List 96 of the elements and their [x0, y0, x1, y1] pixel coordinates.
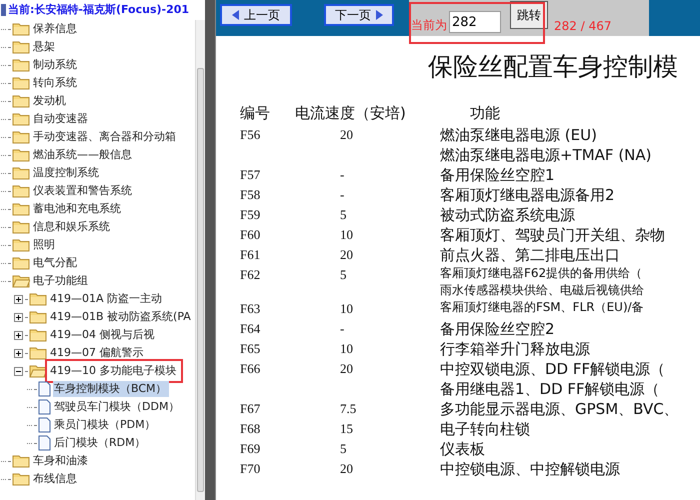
current-rating: 15 — [340, 420, 354, 438]
tree-item[interactable]: 419—01A 防盗一主动 — [49, 291, 164, 307]
fuse-number: F59 — [240, 206, 262, 224]
function-text: 前点火器、第二排电压出口 — [440, 245, 620, 265]
page-number-field[interactable]: 282 — [449, 11, 501, 33]
function-text: 雨水传感器模块供给、电磁后视镜供给 — [440, 282, 644, 299]
current-rating: 7.5 — [340, 400, 358, 418]
tree-item[interactable]: 保养信息 — [32, 21, 79, 37]
function-text: 备用继电器1、DD FF解锁电源（ — [440, 379, 661, 399]
function-text: 燃油泵继电器电源 (EU) — [440, 125, 598, 145]
fuse-number: F63 — [240, 300, 262, 318]
right-arrow-icon — [375, 10, 383, 20]
function-text: 客厢顶灯继电器电源备用2 — [440, 185, 615, 205]
column-header: 电流速度（安培) — [295, 103, 407, 123]
fuse-number: F61 — [240, 246, 262, 264]
function-text: 备用保险丝空腔1 — [440, 165, 555, 185]
left-arrow-icon — [232, 10, 240, 20]
tree-item[interactable]: 仪表装置和警告系统 — [32, 183, 134, 199]
function-text: 燃油泵继电器电源+TMAF (NA) — [440, 145, 652, 165]
function-text: 电子转向柱锁 — [440, 419, 530, 439]
tree-item[interactable]: 蓄电池和充电系统 — [32, 201, 123, 217]
expand-toggle[interactable] — [14, 312, 23, 322]
tree-item[interactable]: 手动变速器、离合器和分动箱 — [32, 129, 178, 145]
function-text: 客厢顶灯、驾驶员门开关组、杂物 — [440, 225, 665, 245]
tree-item[interactable]: 电气分配 — [32, 255, 79, 271]
current-rating: 20 — [340, 460, 354, 478]
current-rating: 20 — [340, 246, 354, 264]
tree-item[interactable]: 布线信息 — [32, 471, 79, 487]
tree-item[interactable]: 419—07 偏航警示 — [49, 345, 146, 361]
tree-item[interactable]: 燃油系统——般信息 — [32, 147, 134, 163]
book-icon — [1, 3, 6, 17]
fuse-number: F57 — [240, 166, 262, 184]
fuse-number: F66 — [240, 360, 262, 378]
page-count: 282 / 467 — [554, 18, 612, 35]
fuse-number: F65 — [240, 340, 262, 358]
tree-item[interactable]: 419—01B 被动防盗系统(PA — [49, 309, 193, 325]
fuse-number: F64 — [240, 320, 262, 338]
fuse-number: F56 — [240, 126, 262, 144]
function-text: 客厢顶灯继电器F62提供的备用供给（ — [440, 265, 644, 282]
expand-toggle[interactable] — [14, 294, 23, 304]
tree-item[interactable]: 电子功能组 — [32, 273, 90, 289]
tree-item[interactable]: 发动机 — [32, 93, 68, 109]
function-text: 中控锁电源、中控解锁电源 — [440, 459, 620, 479]
collapse-toggle[interactable] — [14, 366, 23, 376]
document-icon — [38, 399, 51, 415]
tree-item[interactable]: 照明 — [32, 237, 57, 253]
function-text: 被动式防盗系统电源 — [440, 205, 575, 225]
current-page-label: 当前为 — [411, 17, 447, 34]
tree-item[interactable]: 悬架 — [32, 39, 57, 55]
column-header: 编号 — [240, 103, 271, 123]
fuse-number: F58 — [240, 186, 262, 204]
document-title: 保险丝配置车身控制模 — [428, 52, 679, 82]
tree-item[interactable]: 转向系统 — [32, 75, 79, 91]
tree-item[interactable]: 419—04 侧视与后视 — [49, 327, 156, 343]
document-icon — [38, 435, 51, 451]
next-page-button[interactable]: 下一页 — [324, 4, 394, 26]
tree-item[interactable]: 驾驶员车门模块（DDM） — [53, 399, 182, 415]
function-text: 行李箱举升门释放电源 — [440, 339, 590, 359]
column-header: 功能 — [470, 103, 500, 123]
function-text: 中控双锁电源、DD FF解锁电源（ — [440, 359, 666, 379]
tree-item[interactable]: 温度控制系统 — [32, 165, 101, 181]
tree-item[interactable]: 乘员门模块（PDM） — [53, 417, 158, 433]
tree-item[interactable]: 自动变速器 — [32, 111, 90, 127]
function-text: 多功能显示器电源、GPSM、BVC、 — [440, 399, 679, 419]
current-rating: - — [340, 186, 346, 204]
tree-item[interactable]: 车身控制模块（BCM） — [53, 381, 169, 397]
expand-toggle[interactable] — [14, 330, 23, 340]
fuse-number: F70 — [240, 460, 262, 478]
function-text: 备用保险丝空腔2 — [440, 319, 555, 339]
fuse-number: F60 — [240, 226, 262, 244]
tree-item[interactable]: 信息和娱乐系统 — [32, 219, 112, 235]
document-icon — [38, 381, 51, 397]
fuse-number: F68 — [240, 420, 262, 438]
current-rating: 10 — [340, 300, 354, 318]
current-rating: 20 — [340, 126, 354, 144]
previous-page-button[interactable]: 上一页 — [220, 4, 292, 26]
current-rating: 20 — [340, 360, 354, 378]
function-text: 仪表板 — [440, 439, 485, 459]
document-icon — [38, 417, 51, 433]
current-rating: 5 — [340, 266, 348, 284]
current-rating: - — [340, 166, 346, 184]
tree-item[interactable]: 后门模块（RDM） — [53, 435, 148, 451]
tree-root: 当前:长安福特-福克斯(Focus)-201 — [8, 2, 190, 18]
scrollbar[interactable] — [195, 20, 205, 500]
tree-item[interactable]: 车身和油漆 — [32, 453, 90, 469]
function-text: 客厢顶灯继电器的FSM、FLR（EU)/备 — [440, 299, 644, 316]
tree-item[interactable]: 制动系统 — [32, 57, 79, 73]
expand-toggle[interactable] — [14, 348, 23, 358]
current-rating: 5 — [340, 440, 348, 458]
current-rating: 5 — [340, 206, 348, 224]
current-rating: - — [340, 320, 346, 338]
fuse-number: F62 — [240, 266, 262, 284]
fuse-number: F69 — [240, 440, 262, 458]
fuse-number: F67 — [240, 400, 262, 418]
current-rating: 10 — [340, 340, 354, 358]
current-rating: 10 — [340, 226, 354, 244]
